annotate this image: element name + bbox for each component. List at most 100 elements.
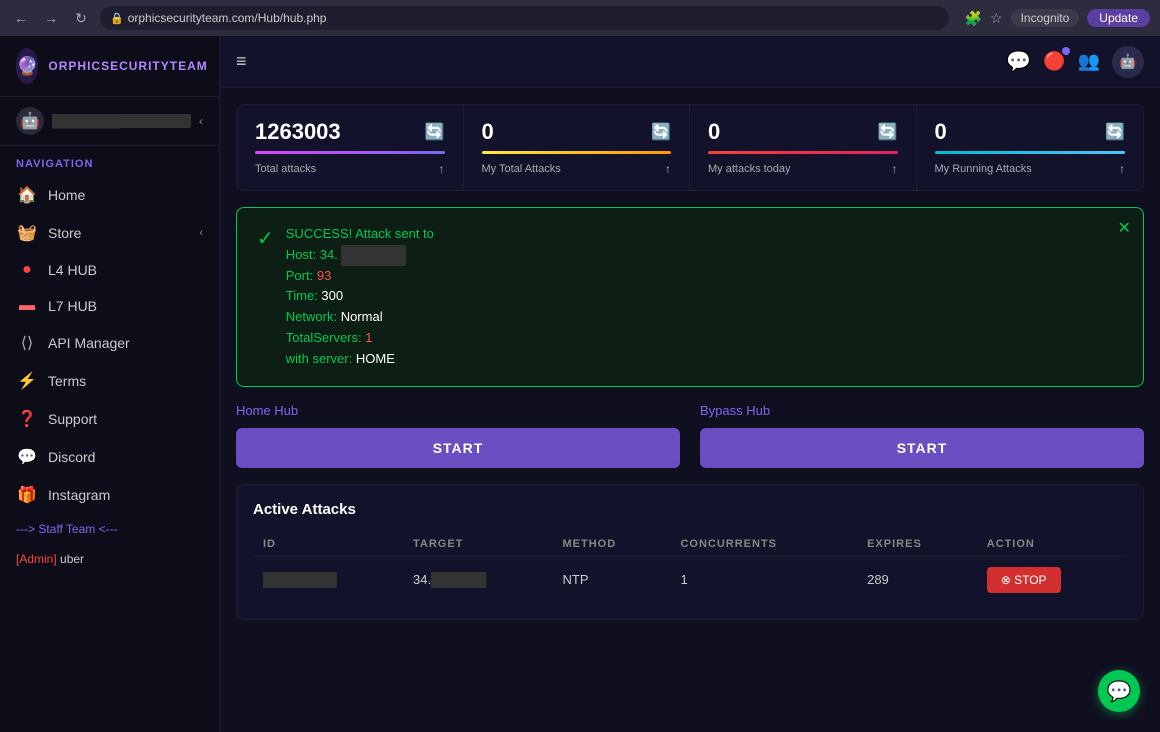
url-text: orphicsecurityteam.com/Hub/hub.php [128,11,327,25]
col-id: ID [253,532,403,557]
sidebar-item-instagram[interactable]: 🎁 Instagram [0,476,219,514]
stat-total-attacks: 1263003 🔄 Total attacks ↑ [237,105,464,190]
store-icon: 🧺 [16,223,38,243]
staff-team-link[interactable]: ---> Staff Team <--- [0,514,219,544]
sidebar-item-api[interactable]: ⟨⟩ API Manager [0,324,219,362]
sidebar-item-home[interactable]: 🏠 Home [0,176,219,214]
alert-check-icon: ✓ [257,226,274,251]
attacks-today-label: My attacks today [708,163,791,175]
alert-port-label: Port: [286,268,313,283]
notification-icon[interactable]: 🔴 [1043,51,1065,72]
row-concurrents: 1 [670,556,857,603]
api-icon: ⟨⟩ [16,333,38,353]
url-bar[interactable]: 🔒 orphicsecurityteam.com/Hub/hub.php [100,6,949,30]
attacks-section: Active Attacks ID TARGET METHOD CONCURRE… [236,484,1144,620]
sidebar-item-api-label: API Manager [48,335,130,351]
col-concurrents: CONCURRENTS [670,532,857,557]
my-total-refresh[interactable]: 🔄 [651,122,671,142]
row-target: 34.██████ [403,556,552,603]
home-hub-start-button[interactable]: START [236,428,680,468]
instagram-icon: 🎁 [16,485,38,505]
alert-box: ✓ SUCCESS! Attack sent to Host: 34. ████… [236,207,1144,387]
total-attacks-refresh[interactable]: 🔄 [425,122,445,142]
sidebar-logo: 🔮 [16,48,38,84]
chat-icon: 💬 [1107,679,1132,704]
menu-button[interactable]: ≡ [236,51,247,72]
alert-network-value: Normal [341,309,383,324]
main-content: 1263003 🔄 Total attacks ↑ 0 🔄 [220,88,1160,732]
app-container: 🔮 ORPHICSECURITYTEAM 🤖 ████████ ‹ NAVIGA… [0,36,1160,732]
forward-button[interactable]: → [40,10,62,26]
update-button[interactable]: Update [1087,9,1150,27]
stat-my-total: 0 🔄 My Total Attacks ↑ [464,105,691,190]
stat-attacks-today: 0 🔄 My attacks today ↑ [690,105,917,190]
my-total-bar [482,151,672,154]
sidebar-item-l7hub[interactable]: ▬ L7 HUB [0,288,219,324]
bypass-hub-label: Bypass Hub [700,403,1144,418]
stop-button[interactable]: ⊗ STOP [987,567,1061,593]
my-total-arrow: ↑ [665,162,671,176]
total-attacks-arrow: ↑ [439,162,445,176]
username: ████████ [52,114,191,128]
running-attacks-refresh[interactable]: 🔄 [1105,122,1125,142]
alert-with-server-label: with server: [286,351,352,366]
table-row: ████████ 34.██████ NTP 1 289 ⊗ STOP [253,556,1127,603]
bypass-hub-start-button[interactable]: START [700,428,1144,468]
collapse-button[interactable]: ‹ [199,114,203,128]
browser-right-icons: 🧩 ☆ Incognito Update [965,9,1150,27]
sidebar-item-home-label: Home [48,187,85,203]
row-expires: 289 [857,556,977,603]
l7hub-icon: ▬ [16,297,38,315]
extensions-icon[interactable]: 🧩 [965,10,982,27]
sidebar-item-discord[interactable]: 💬 Discord [0,438,219,476]
running-attacks-bar [935,151,1126,154]
alert-close-button[interactable]: ✕ [1118,218,1131,238]
star-icon[interactable]: ☆ [990,10,1003,27]
alert-total-servers-label: TotalServers: [286,330,362,345]
discord-topbar-icon[interactable]: 💬 [1006,49,1031,74]
sidebar-item-store-label: Store [48,225,81,241]
sidebar-header: 🔮 ORPHICSECURITYTEAM [0,36,219,97]
nav-section-label: NAVIGATION [0,146,219,176]
sidebar-title: ORPHICSECURITYTEAM [48,59,207,73]
stats-row: 1263003 🔄 Total attacks ↑ 0 🔄 [236,104,1144,191]
attacks-table-header: ID TARGET METHOD CONCURRENTS EXPIRES ACT… [253,532,1127,557]
alert-network-label: Network: [286,309,337,324]
row-action: ⊗ STOP [977,556,1127,603]
terms-icon: ⚡ [16,371,38,391]
alert-port-value: 93 [317,268,331,283]
sidebar-item-l4hub[interactable]: ● L4 HUB [0,252,219,288]
alert-time-label: Time: [286,288,318,303]
chat-bubble[interactable]: 💬 [1098,670,1140,712]
sidebar-item-support[interactable]: ❓ Support [0,400,219,438]
attacks-today-value: 0 [708,119,720,145]
sidebar-item-discord-label: Discord [48,449,95,465]
sidebar-item-terms-label: Terms [48,373,86,389]
admin-label: [Admin] uber [0,544,219,574]
alert-time-value: 300 [321,288,343,303]
sidebar-item-store[interactable]: 🧺 Store ‹ [0,214,219,252]
total-attacks-bar [255,151,445,154]
users-icon[interactable]: 👥 [1078,51,1100,72]
discord-icon: 💬 [16,447,38,467]
row-id: ████████ [253,556,403,603]
attacks-today-arrow: ↑ [892,162,898,176]
alert-total-servers-value: 1 [365,330,372,345]
running-attacks-arrow: ↑ [1119,162,1125,176]
home-icon: 🏠 [16,185,38,205]
attacks-today-refresh[interactable]: 🔄 [878,122,898,142]
logo-icon: 🔮 [16,56,38,77]
support-icon: ❓ [16,409,38,429]
topbar-avatar[interactable]: 🤖 [1112,46,1144,78]
row-id-value: ████████ [263,572,337,587]
col-target: TARGET [403,532,552,557]
row-method: NTP [552,556,670,603]
refresh-button[interactable]: ↻ [70,10,92,27]
sidebar-item-terms[interactable]: ⚡ Terms [0,362,219,400]
lock-icon: 🔒 [110,12,124,25]
running-attacks-value: 0 [935,119,947,145]
home-hub-label: Home Hub [236,403,680,418]
sidebar-item-instagram-label: Instagram [48,487,110,503]
back-button[interactable]: ← [10,10,32,26]
alert-content: SUCCESS! Attack sent to Host: 34. ██████… [286,224,434,370]
